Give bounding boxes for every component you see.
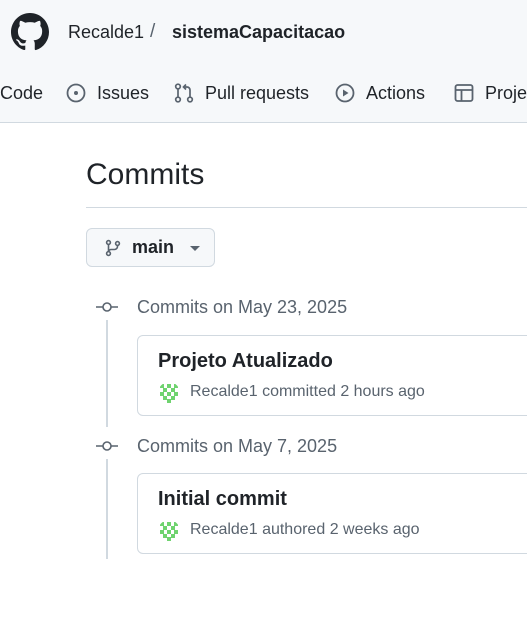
tab-pull-requests-label: Pull requests <box>205 82 310 103</box>
repo-name-link[interactable]: sistemaCapacitacao <box>172 22 345 43</box>
commit-meta: Recalde1 committed 2 hours ago <box>190 383 425 401</box>
tab-issues[interactable]: Issues <box>65 80 149 106</box>
branch-selector-label: main <box>132 237 175 257</box>
tab-code[interactable]: Code <box>0 80 43 106</box>
timeline-line <box>106 320 108 427</box>
commit-time[interactable]: 2 weeks ago <box>330 521 420 538</box>
commit-title-link[interactable]: Initial commit <box>158 488 287 511</box>
tab-pull-requests[interactable]: Pull requests <box>173 80 309 106</box>
git-commit-icon <box>96 302 118 312</box>
commit-action: committed <box>262 383 336 400</box>
tab-code-label: Code <box>0 82 44 103</box>
commit-card: Projeto Atualizado Recalde1 committed 2 … <box>137 335 527 416</box>
avatar[interactable] <box>158 382 180 404</box>
commit-group-heading: Commits on May 23, 2025 <box>137 297 348 317</box>
tab-actions[interactable]: Actions <box>334 80 425 106</box>
pull-request-icon <box>174 83 194 103</box>
git-branch-icon <box>105 239 121 256</box>
branch-selector-button[interactable]: main <box>86 228 215 267</box>
commit-author-link[interactable]: Recalde1 <box>190 521 258 538</box>
title-divider <box>86 207 527 208</box>
commit-action: authored <box>262 521 326 538</box>
repo-owner-link[interactable]: Recalde1 <box>68 22 144 43</box>
tab-projects[interactable]: Projects <box>453 80 527 106</box>
commit-group-heading: Commits on May 7, 2025 <box>137 436 338 456</box>
caret-down-icon <box>190 246 201 251</box>
tab-actions-label: Actions <box>366 82 426 103</box>
git-commit-icon <box>96 441 118 451</box>
commit-author-link[interactable]: Recalde1 <box>190 383 258 400</box>
commit-time[interactable]: 2 hours ago <box>340 383 425 400</box>
commit-meta: Recalde1 authored 2 weeks ago <box>190 521 420 539</box>
timeline-line <box>106 459 108 559</box>
commit-card: Initial commit Recalde1 authored 2 weeks… <box>137 473 527 554</box>
page-title: Commits <box>86 158 205 191</box>
repo-header: Recalde1 / sistemaCapacitacao Code Issue… <box>0 0 527 123</box>
tab-issues-label: Issues <box>97 82 150 103</box>
commit-title-link[interactable]: Projeto Atualizado <box>158 350 333 373</box>
github-logo-icon[interactable] <box>11 13 49 51</box>
table-icon <box>454 84 474 102</box>
tab-projects-label: Projects <box>485 82 527 103</box>
breadcrumb-separator: / <box>150 21 156 42</box>
play-circle-icon <box>335 83 355 103</box>
issue-circle-icon <box>66 83 86 103</box>
avatar[interactable] <box>158 520 180 542</box>
